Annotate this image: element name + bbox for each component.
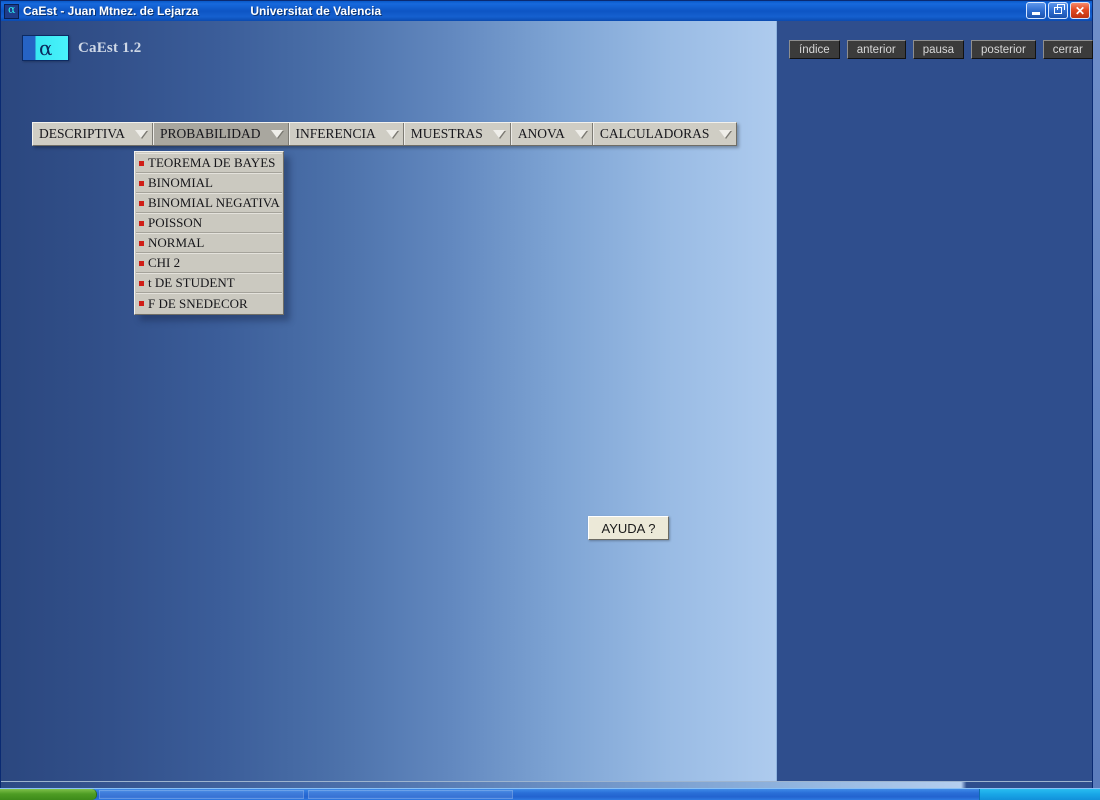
menu-item-descriptiva[interactable]: DESCRIPTIVA <box>33 123 154 145</box>
nav-button-anterior[interactable]: anterior <box>846 40 906 59</box>
chevron-down-icon <box>270 130 283 138</box>
chevron-down-icon <box>574 130 587 138</box>
app-alpha-icon <box>4 3 19 19</box>
chevron-down-icon <box>385 130 398 138</box>
menu-item-calculadoras[interactable]: CALCULADORAS <box>592 123 737 145</box>
bullet-icon <box>139 280 144 286</box>
chevron-down-icon <box>492 130 505 138</box>
dropdown-item-label: t DE STUDENT <box>148 275 235 290</box>
dropdown-item-poisson[interactable]: POISSON <box>136 213 282 233</box>
right-panel: índice anterior pausa posterior cerrar <box>776 21 1093 790</box>
dropdown-item-label: F DE SNEDECOR <box>148 295 248 311</box>
window-controls: ✕ <box>1026 2 1090 19</box>
chevron-down-icon <box>719 130 732 138</box>
alpha-glyph: α <box>39 36 53 60</box>
main-panel: α CaEst 1.2 DESCRIPTIVA PROBABILIDAD INF… <box>1 21 776 790</box>
system-tray[interactable] <box>979 789 1100 800</box>
chevron-down-icon <box>135 130 148 138</box>
application-window: CaEst - Juan Mtnez. de Lejarza Universit… <box>0 0 1093 790</box>
bullet-icon <box>139 240 144 246</box>
right-panel-inner: índice anterior pausa posterior cerrar <box>780 21 1093 790</box>
app-branding: α CaEst 1.2 <box>22 35 141 61</box>
menu-item-probabilidad[interactable]: PROBABILIDAD <box>153 123 289 145</box>
bullet-icon <box>139 180 144 186</box>
dropdown-item-label: CHI 2 <box>148 255 181 270</box>
dropdown-item-normal[interactable]: NORMAL <box>136 233 282 253</box>
dropdown-item-teorema-de-bayes[interactable]: TEOREMA DE BAYES <box>136 153 282 173</box>
menu-item-inferencia[interactable]: INFERENCIA <box>288 123 404 145</box>
bullet-icon <box>139 301 144 306</box>
dropdown-item-label: TEOREMA DE BAYES <box>148 155 276 170</box>
menu-item-anova[interactable]: ANOVA <box>510 123 593 145</box>
taskbar-item[interactable] <box>99 790 304 799</box>
minimize-icon <box>1032 12 1040 15</box>
title-bar[interactable]: CaEst - Juan Mtnez. de Lejarza Universit… <box>1 1 1092 21</box>
menu-label: PROBABILIDAD <box>160 126 261 141</box>
restore-icon <box>1054 4 1065 14</box>
dropdown-item-label: BINOMIAL <box>148 175 213 190</box>
nav-button-cerrar[interactable]: cerrar <box>1042 40 1093 59</box>
menu-label: ANOVA <box>517 126 565 141</box>
menu-label: DESCRIPTIVA <box>39 126 126 141</box>
start-button[interactable] <box>0 789 97 800</box>
menu-label: INFERENCIA <box>295 126 376 141</box>
nav-button-posterior[interactable]: posterior <box>971 40 1036 59</box>
menu-label: MUESTRAS <box>410 126 483 141</box>
dropdown-item-label: BINOMIAL NEGATIVA <box>148 195 280 210</box>
dropdown-item-chi-2[interactable]: CHI 2 <box>136 253 282 273</box>
window-title: CaEst - Juan Mtnez. de Lejarza <box>23 4 199 18</box>
alpha-logo-icon: α <box>22 35 69 61</box>
restore-button[interactable] <box>1048 2 1068 19</box>
window-bottom-strip <box>1 781 1092 788</box>
menu-bar: DESCRIPTIVA PROBABILIDAD INFERENCIA MUES… <box>32 122 738 146</box>
screen: CaEst - Juan Mtnez. de Lejarza Universit… <box>0 0 1100 800</box>
dropdown-item-binomial[interactable]: BINOMIAL <box>136 173 282 193</box>
content-area: α CaEst 1.2 DESCRIPTIVA PROBABILIDAD INF… <box>1 21 1093 790</box>
dropdown-item-label: NORMAL <box>148 235 205 250</box>
nav-button-indice[interactable]: índice <box>789 40 840 59</box>
bullet-icon <box>139 260 144 266</box>
dropdown-item-label: POISSON <box>148 215 203 230</box>
app-name-label: CaEst 1.2 <box>78 39 142 56</box>
menu-label: CALCULADORAS <box>599 126 710 141</box>
bullet-icon <box>139 200 144 206</box>
taskbar-item[interactable] <box>308 790 513 799</box>
probabilidad-dropdown-menu: TEOREMA DE BAYES BINOMIAL BINOMIAL NEGAT… <box>134 151 284 315</box>
nav-button-pausa[interactable]: pausa <box>912 40 965 59</box>
navigation-bar: índice anterior pausa posterior cerrar <box>789 40 1093 59</box>
taskbar <box>0 788 1100 800</box>
menu-item-muestras[interactable]: MUESTRAS <box>403 123 511 145</box>
window-subtitle: Universitat de Valencia <box>250 4 382 18</box>
bullet-icon <box>139 220 144 226</box>
dropdown-item-binomial-negativa[interactable]: BINOMIAL NEGATIVA <box>136 193 282 213</box>
bullet-icon <box>139 160 144 166</box>
dropdown-item-t-de-student[interactable]: t DE STUDENT <box>136 273 282 293</box>
help-button[interactable]: AYUDA ? <box>588 516 669 540</box>
close-button[interactable]: ✕ <box>1070 2 1090 19</box>
dropdown-item-f-de-snedecor[interactable]: F DE SNEDECOR <box>136 293 282 313</box>
minimize-button[interactable] <box>1026 2 1046 19</box>
